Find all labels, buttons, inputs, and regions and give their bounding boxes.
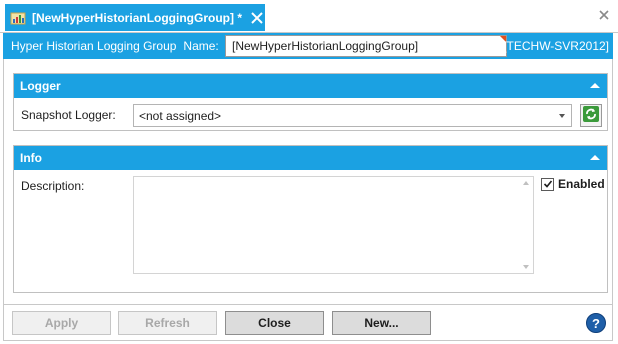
logging-group-icon: [10, 10, 26, 26]
document-tab[interactable]: [NewHyperHistorianLoggingGroup] *: [5, 4, 265, 31]
refresh-icon: [583, 106, 599, 125]
scroll-down-icon[interactable]: [523, 265, 529, 269]
logger-section-title: Logger: [20, 79, 61, 93]
close-all-icon[interactable]: [598, 9, 610, 21]
help-icon[interactable]: ?: [586, 313, 606, 333]
tab-title: [NewHyperHistorianLoggingGroup] *: [32, 10, 242, 25]
logger-section-header[interactable]: Logger: [14, 74, 607, 98]
collapse-icon[interactable]: [590, 83, 600, 88]
info-section-header[interactable]: Info: [14, 146, 607, 170]
name-label: Name:: [183, 39, 219, 53]
description-textarea[interactable]: [133, 176, 534, 274]
chevron-down-icon: [559, 114, 565, 118]
object-header-bar: Hyper Historian Logging Group Name: [TEC…: [3, 33, 613, 59]
enabled-toggle[interactable]: Enabled: [541, 177, 605, 191]
name-input[interactable]: [225, 35, 507, 57]
logger-section: Logger Snapshot Logger: <not assigned>: [13, 73, 608, 131]
new-button[interactable]: New...: [332, 311, 431, 335]
enabled-checkbox[interactable]: [541, 177, 554, 191]
document-tab-strip: [NewHyperHistorianLoggingGroup] *: [0, 0, 618, 33]
apply-button[interactable]: Apply: [12, 311, 111, 335]
content-panel: Logger Snapshot Logger: <not assigned> I…: [3, 59, 613, 305]
object-type-label: Hyper Historian Logging Group: [11, 39, 177, 53]
close-button[interactable]: Close: [225, 311, 324, 335]
info-section-title: Info: [20, 151, 42, 165]
description-label: Description:: [21, 179, 85, 193]
refresh-logger-button[interactable]: [580, 104, 602, 127]
snapshot-logger-select[interactable]: <not assigned>: [133, 104, 572, 127]
scroll-up-icon[interactable]: [523, 181, 529, 185]
close-icon[interactable]: [248, 9, 265, 27]
footer-toolbar: Apply Refresh Close New... ?: [3, 305, 613, 341]
refresh-button[interactable]: Refresh: [118, 311, 217, 335]
collapse-icon[interactable]: [590, 155, 600, 160]
info-section: Info Description: Enabled: [13, 145, 608, 293]
server-name: [TECHW-SVR2012]: [503, 39, 609, 53]
enabled-label: Enabled: [558, 177, 605, 191]
snapshot-logger-label: Snapshot Logger:: [21, 108, 116, 122]
snapshot-logger-value: <not assigned>: [139, 108, 222, 123]
